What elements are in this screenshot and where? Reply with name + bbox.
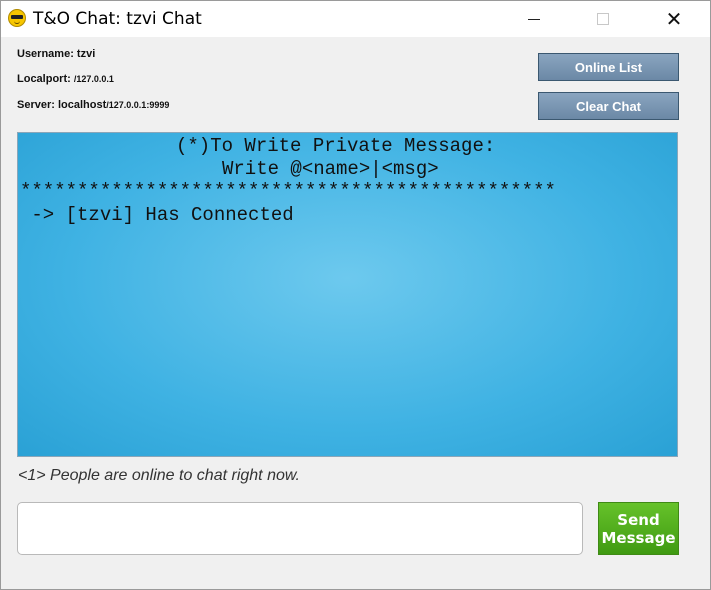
localport-value: /127.0.0.1 xyxy=(73,74,114,84)
maximize-button[interactable] xyxy=(580,1,626,37)
server-label: Server: xyxy=(17,99,55,111)
server-info: Server: localhost/127.0.0.1:9999 xyxy=(17,99,169,111)
close-icon: ✕ xyxy=(665,7,683,31)
smiley-sunglasses-icon xyxy=(8,9,26,27)
username-info: Username: tzvi xyxy=(17,48,95,60)
minimize-button[interactable] xyxy=(511,1,557,37)
send-message-button[interactable]: Send Message xyxy=(598,502,679,555)
window-title: T&O Chat: tzvi Chat xyxy=(33,9,202,29)
server-host: localhost xyxy=(57,99,107,111)
username-value: tzvi xyxy=(76,48,96,60)
maximize-icon xyxy=(597,13,609,25)
chat-line: ****************************************… xyxy=(20,180,556,202)
chat-line: (*)To Write Private Message: xyxy=(176,135,496,157)
close-button[interactable]: ✕ xyxy=(651,1,697,37)
send-button-line1: Send xyxy=(617,511,660,529)
chat-line: -> [tzvi] Has Connected xyxy=(20,204,294,226)
chat-display[interactable]: (*)To Write Private Message: Write @<nam… xyxy=(17,132,678,457)
online-status-text: <1> People are online to chat right now. xyxy=(18,467,300,484)
chat-window: T&O Chat: tzvi Chat ✕ Username: tzvi Loc… xyxy=(0,0,711,590)
localport-info: Localport: /127.0.0.1 xyxy=(17,73,114,85)
minimize-icon xyxy=(528,18,540,20)
chat-line: Write @<name>|<msg> xyxy=(222,158,439,180)
send-button-line2: Message xyxy=(601,529,676,547)
localport-label: Localport: xyxy=(17,73,71,85)
online-list-button[interactable]: Online List xyxy=(538,53,679,81)
title-bar[interactable]: T&O Chat: tzvi Chat ✕ xyxy=(1,1,710,37)
clear-chat-button[interactable]: Clear Chat xyxy=(538,92,679,120)
server-value: /127.0.0.1:9999 xyxy=(106,100,170,110)
username-label: Username: xyxy=(17,48,74,60)
message-input[interactable] xyxy=(17,502,583,555)
